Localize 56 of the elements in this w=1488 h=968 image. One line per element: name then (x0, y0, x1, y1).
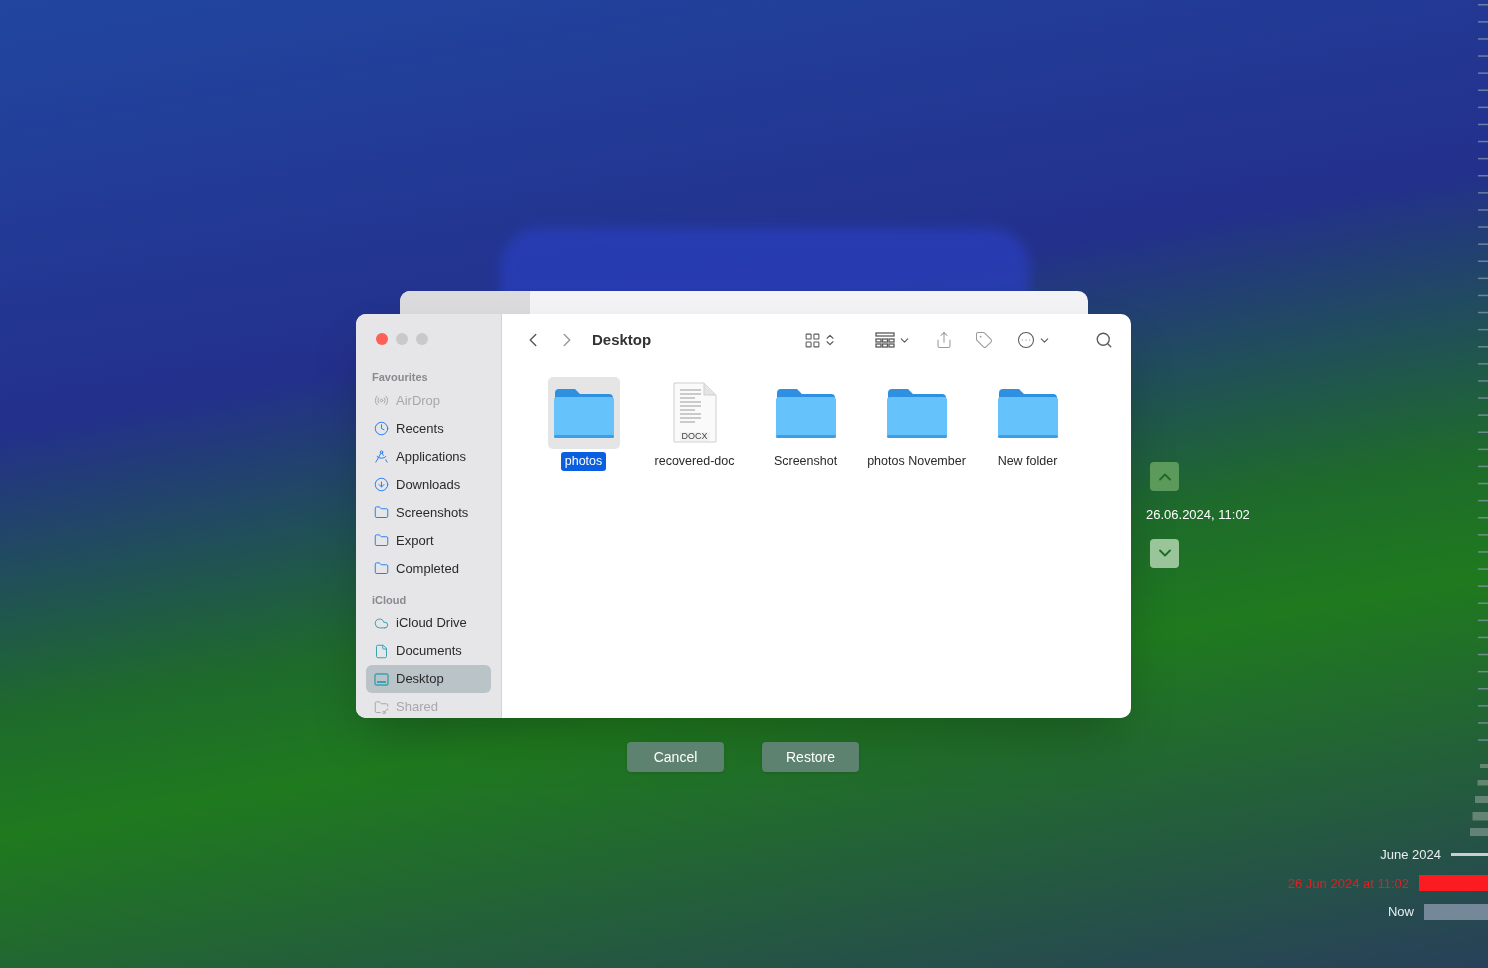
tag-button[interactable] (975, 331, 993, 349)
folder-icon (996, 387, 1059, 439)
compass-icon (374, 449, 389, 464)
folder-icon (374, 533, 389, 548)
restore-button[interactable]: Restore (762, 742, 859, 772)
folder-icon (552, 387, 615, 439)
sidebar-item[interactable]: Completed (366, 554, 491, 583)
timeline-label: June 2024 (1380, 846, 1441, 864)
window-title: Desktop (592, 329, 652, 350)
month-marker-line (1451, 853, 1488, 857)
folder-icon (374, 561, 389, 576)
sidebar-heading: Favourites (371, 370, 429, 385)
file-item[interactable] (547, 377, 620, 449)
cloud-icon (374, 615, 389, 631)
document-icon (374, 643, 389, 659)
more-button[interactable] (1017, 331, 1051, 349)
backup-date: 26.06.2024, 11:02 (1146, 506, 1250, 524)
file-name: Screenshot (772, 453, 839, 470)
file-name: recovered-doc (653, 453, 736, 470)
file-name: photos November (866, 453, 967, 470)
clock-icon (374, 421, 389, 436)
next-button[interactable] (1150, 538, 1179, 568)
file-type-label: DOCX (679, 432, 710, 441)
sidebar-heading: iCloud (371, 592, 408, 608)
snapshot-bar[interactable] (1419, 875, 1488, 892)
folder-icon (374, 505, 389, 520)
shared-folder-icon (374, 699, 389, 715)
airdrop-icon (374, 393, 389, 408)
close-button[interactable] (376, 333, 388, 345)
folder-icon (885, 387, 948, 439)
sidebar-item[interactable]: Export (366, 526, 491, 555)
sidebar-item[interactable]: iCloud Drive (366, 609, 491, 637)
group-button[interactable] (875, 332, 911, 348)
previous-button[interactable] (1150, 462, 1179, 491)
sidebar-item[interactable]: Documents (366, 637, 491, 665)
sidebar-item[interactable]: Screenshots (366, 498, 491, 527)
grid-icon (804, 331, 821, 349)
sidebar-item[interactable]: Downloads (366, 470, 491, 499)
snapshot-bar[interactable] (1424, 903, 1488, 920)
folder-icon (774, 387, 837, 439)
file-name: photos (560, 452, 607, 471)
timeline-label: 26 Jun 2024 at 11:02 (1287, 874, 1409, 893)
cancel-button[interactable]: Cancel (627, 742, 724, 772)
timeline-label: Now (1388, 903, 1414, 921)
desktop-icon (374, 672, 389, 686)
file-name: New folder (996, 453, 1059, 470)
sidebar-item[interactable]: Applications (366, 442, 491, 471)
search-button[interactable] (1095, 331, 1113, 349)
share-button[interactable] (935, 331, 953, 349)
group-icon (875, 332, 895, 348)
document-icon (670, 382, 719, 444)
ellipsis-icon (1017, 331, 1035, 349)
sidebar-item[interactable]: Desktop (366, 665, 491, 693)
sidebar-item[interactable]: Recents (366, 414, 491, 443)
file-item[interactable]: DOCX (658, 377, 731, 449)
download-icon (374, 477, 389, 492)
